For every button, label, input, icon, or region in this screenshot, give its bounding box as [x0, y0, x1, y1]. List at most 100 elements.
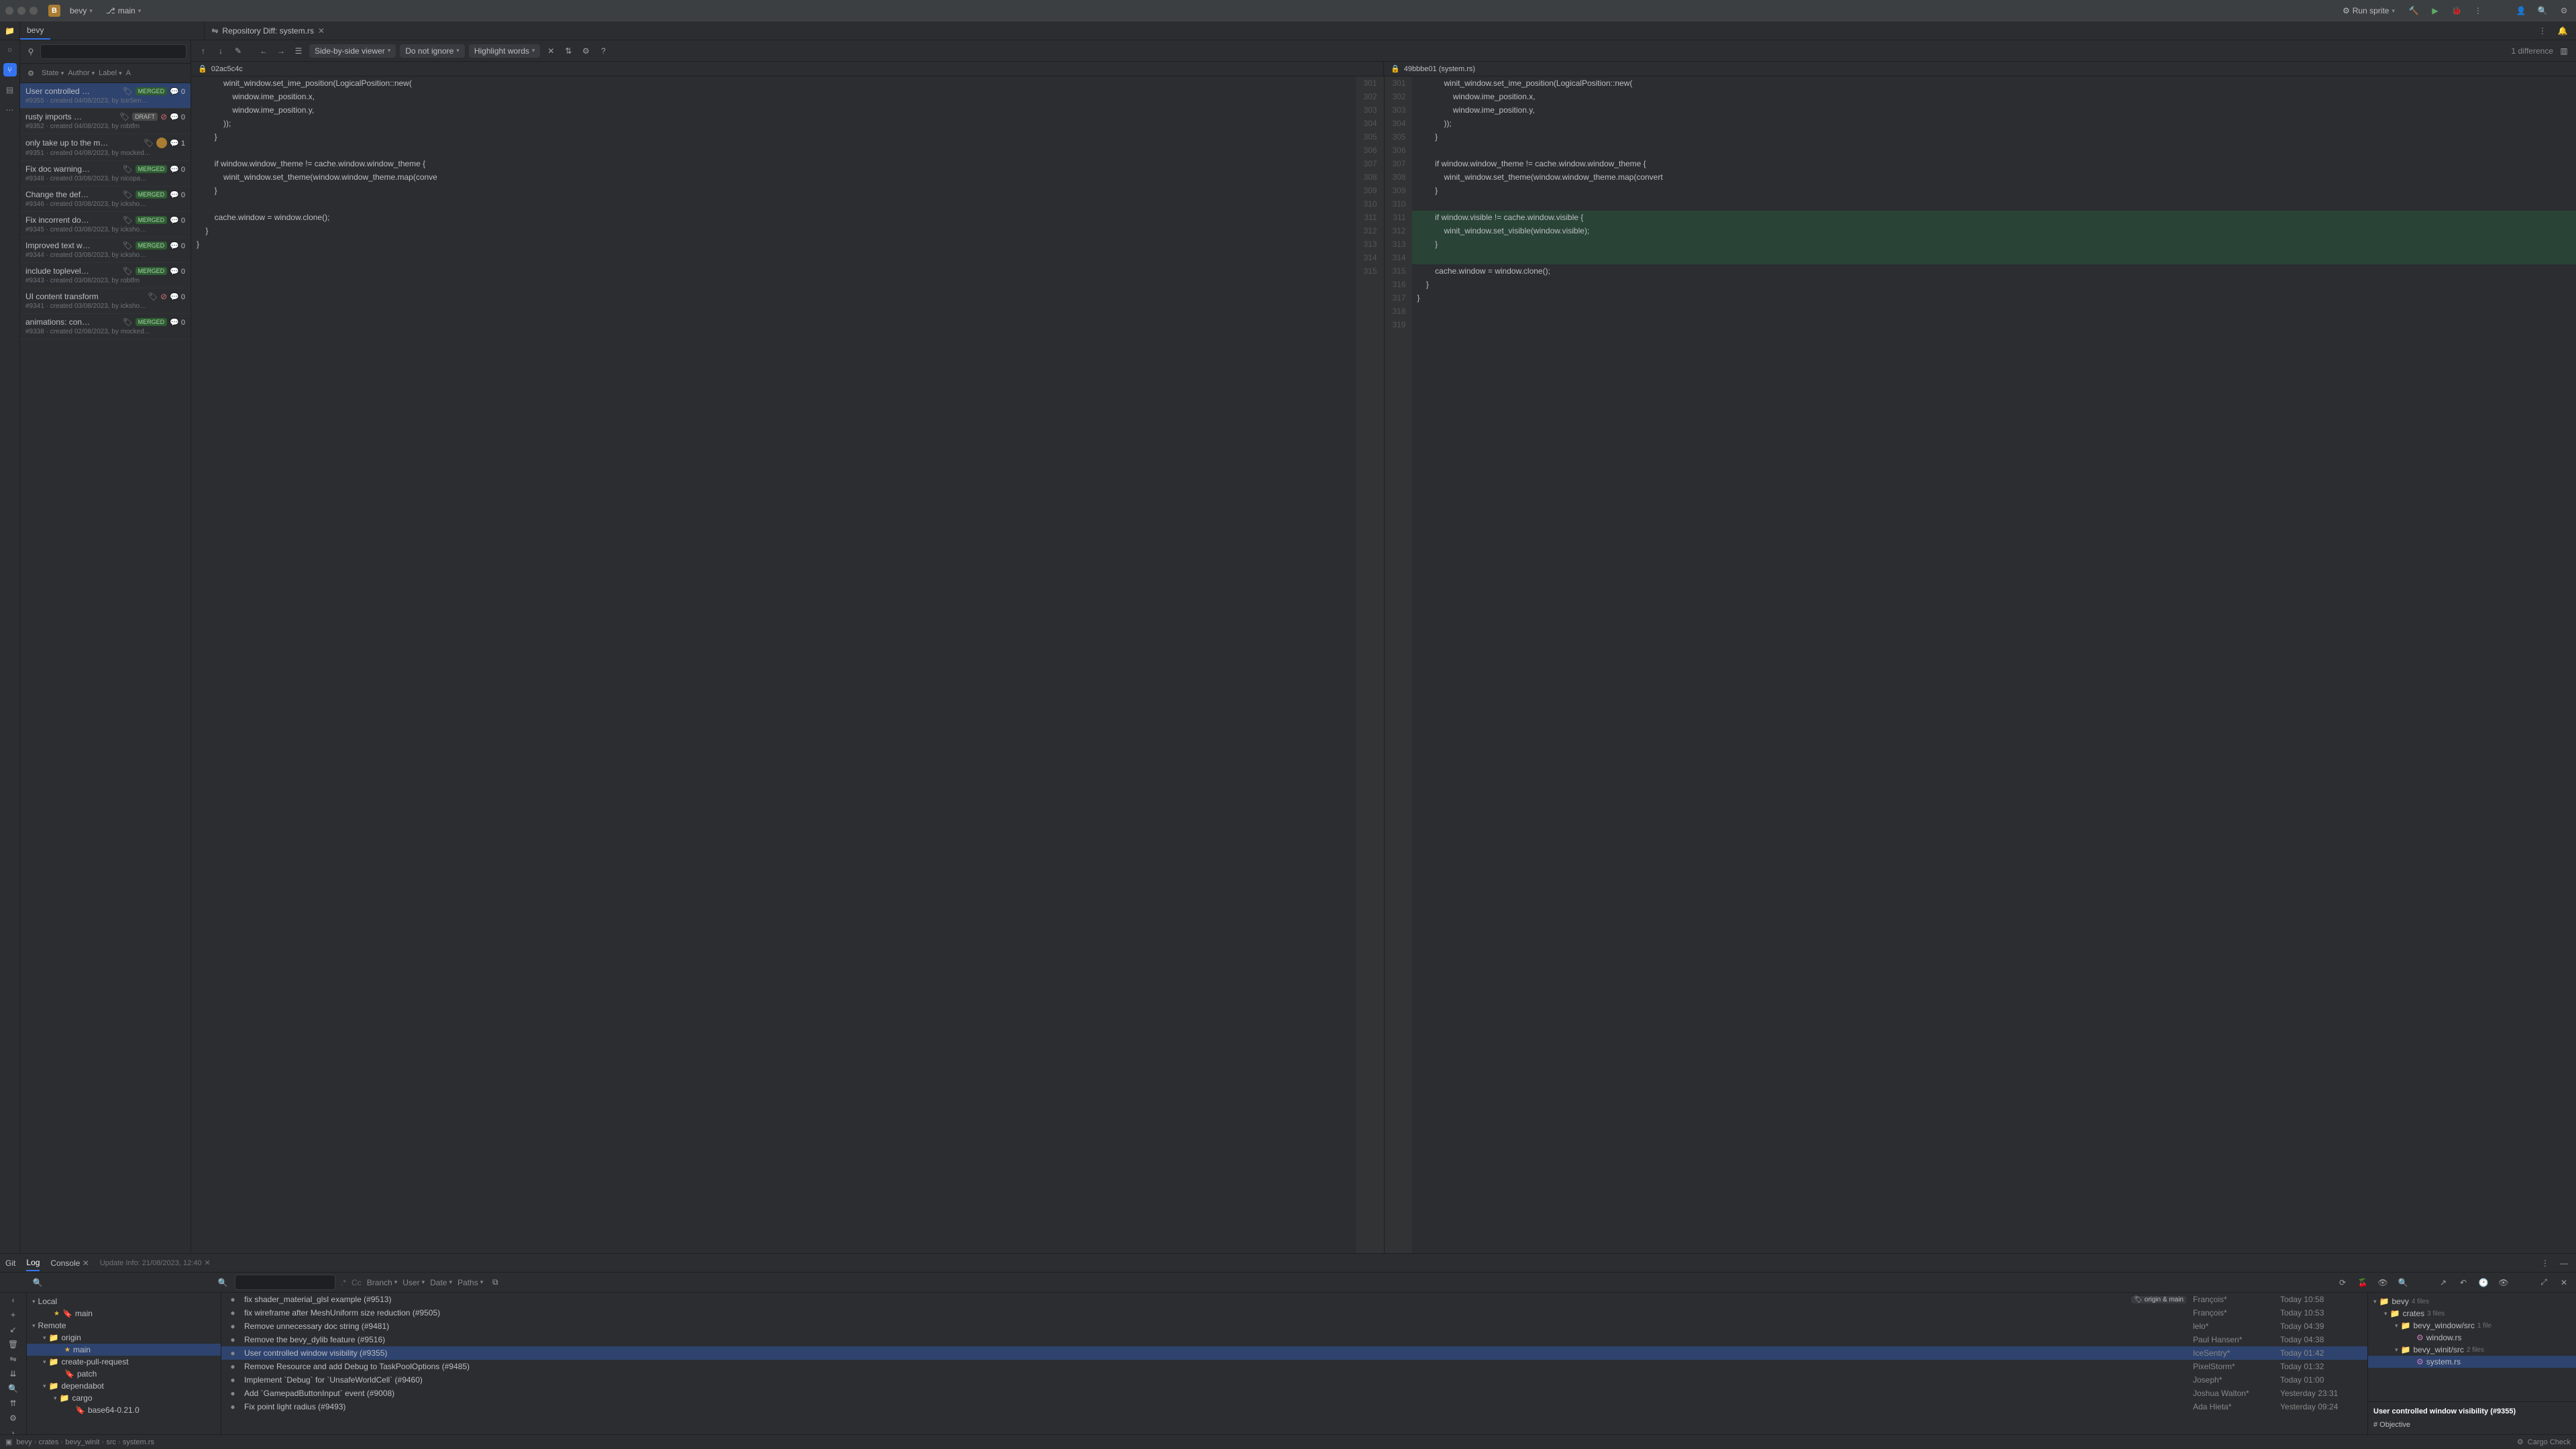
add-icon[interactable]: +	[7, 1310, 20, 1320]
pr-item[interactable]: rusty imports …🏷DRAFT⊘💬 0#9352 · created…	[20, 109, 191, 134]
expand-icon[interactable]: ⤢	[2537, 1276, 2551, 1289]
filter-icon[interactable]: ⚲	[24, 45, 38, 58]
expand-icon[interactable]: ▾	[43, 1334, 46, 1342]
help-icon[interactable]: ?	[596, 44, 610, 58]
search-icon[interactable]: 🔍	[7, 1384, 20, 1393]
expand-icon[interactable]: ▾	[32, 1322, 36, 1330]
commit-row[interactable]: ●User controlled window visibility (#935…	[221, 1346, 2367, 1360]
notifications-icon[interactable]: 🔔	[2556, 24, 2569, 38]
more-icon[interactable]: ⋯	[3, 103, 17, 117]
breadcrumb[interactable]: bevy › crates › bevy_winit › src › syste…	[16, 1438, 154, 1446]
code-line[interactable]: }	[191, 130, 1356, 144]
project-dropdown[interactable]: bevy ▾	[66, 5, 97, 17]
viewer-mode-dropdown[interactable]: Side-by-side viewer▾	[309, 44, 396, 58]
more-icon[interactable]: ⋮	[2536, 24, 2549, 38]
code-line[interactable]: window.ime_position.y,	[191, 103, 1356, 117]
debug-icon[interactable]: 🐞	[2450, 4, 2463, 17]
revert-icon[interactable]: ↶	[2457, 1276, 2470, 1289]
close-icon[interactable]: ✕	[318, 26, 325, 36]
branch-tree-node[interactable]: 🔖 base64-0.21.0	[27, 1404, 221, 1416]
run-config-dropdown[interactable]: ⚙ Run sprite ▾	[2339, 5, 2399, 17]
code-line[interactable]: }	[1412, 130, 2576, 144]
regex-toggle[interactable]: .*	[341, 1278, 346, 1287]
code-line[interactable]	[1412, 197, 2576, 211]
pr-item[interactable]: Fix incorrent do…🏷MERGED💬 0#9345 · creat…	[20, 212, 191, 237]
file-tree-node[interactable]: ▾ 📁 crates 3 files	[2368, 1307, 2576, 1320]
code-line[interactable]	[1412, 144, 2576, 157]
commit-row[interactable]: ●Remove the bevy_dylib feature (#9516)Pa…	[221, 1333, 2367, 1346]
pr-item[interactable]: Fix doc warning…🏷MERGED💬 0#9348 · create…	[20, 161, 191, 186]
refresh-icon[interactable]: ⟳	[2336, 1276, 2349, 1289]
cherry-pick-icon[interactable]: 🍒	[2356, 1276, 2369, 1289]
code-line[interactable]: winit_window.set_ime_position(LogicalPos…	[191, 76, 1356, 90]
expand-icon[interactable]: ▾	[43, 1358, 46, 1366]
code-line[interactable]: cache.window = window.clone();	[191, 211, 1356, 224]
prev-diff-icon[interactable]: ↑	[197, 44, 210, 58]
branch-tree-node[interactable]: 🔖 patch	[27, 1368, 221, 1380]
branch-tree-node[interactable]: ★ main	[27, 1344, 221, 1356]
gear-icon[interactable]: ⚙	[579, 44, 592, 58]
structure-tool-icon[interactable]: ▤	[3, 83, 17, 97]
paths-filter[interactable]: Paths▾	[458, 1278, 483, 1287]
open-new-tab-icon[interactable]: ⧉	[488, 1276, 502, 1289]
commit-tool-icon[interactable]: ○	[3, 43, 17, 56]
push-icon[interactable]: ⇈	[7, 1399, 20, 1408]
pr-item[interactable]: only take up to the m…🏷💬 1#9351 · create…	[20, 134, 191, 161]
delete-icon[interactable]: 🗑	[7, 1340, 20, 1349]
code-line[interactable]: window.ime_position.x,	[1412, 90, 2576, 103]
code-line[interactable]	[191, 144, 1356, 157]
pr-item[interactable]: include toplevel…🏷MERGED💬 0#9343 · creat…	[20, 263, 191, 288]
code-line[interactable]: winit_window.set_theme(window.window_the…	[191, 170, 1356, 184]
diff-left-pane[interactable]: winit_window.set_ime_position(LogicalPos…	[191, 76, 1356, 1253]
more-icon[interactable]: ⋮	[2538, 1256, 2552, 1270]
minimize-icon[interactable]: —	[2557, 1256, 2571, 1270]
console-tab[interactable]: Console ✕	[50, 1256, 89, 1271]
filter-author[interactable]: Author ▾	[68, 66, 95, 80]
pr-item[interactable]: animations: con…🏷MERGED💬 0#9338 · create…	[20, 314, 191, 339]
rust-icon[interactable]: ⚙	[7, 1413, 20, 1423]
window-controls[interactable]	[5, 7, 38, 15]
code-line[interactable]: winit_window.set_theme(window.window_the…	[1412, 170, 2576, 184]
close-icon[interactable]: ✕	[205, 1258, 211, 1267]
go-to-icon[interactable]: ↗	[2436, 1276, 2450, 1289]
eye-icon[interactable]: 👁	[2497, 1276, 2510, 1289]
file-tree-node[interactable]: ⚙ system.rs	[2368, 1356, 2576, 1368]
code-line[interactable]: }	[1412, 291, 2576, 305]
commit-row[interactable]: ●Implement `Debug` for `UnsafeWorldCell`…	[221, 1373, 2367, 1387]
expand-icon[interactable]: ▾	[32, 1298, 36, 1305]
branch-tree-node[interactable]: ▾ Remote	[27, 1320, 221, 1332]
commit-row[interactable]: ●fix shader_material_glsl example (#9513…	[221, 1293, 2367, 1306]
next-diff-icon[interactable]: ↓	[214, 44, 227, 58]
crumb[interactable]: bevy	[16, 1438, 32, 1446]
commit-row[interactable]: ●Fix point light radius (#9493)Ada Hieta…	[221, 1400, 2367, 1413]
branch-tree-node[interactable]: ▾ 📁 cargo	[27, 1392, 221, 1404]
collapse-icon[interactable]: ✕	[544, 44, 557, 58]
code-with-me-icon[interactable]: 👤	[2514, 4, 2528, 17]
expand-icon[interactable]: ▾	[43, 1383, 46, 1390]
branch-filter[interactable]: Branch▾	[367, 1278, 398, 1287]
branches-tree[interactable]: ▾ Local★ 🔖 main▾ Remote▾ 📁 origin★ main▾…	[27, 1293, 221, 1434]
crumb[interactable]: src	[106, 1438, 116, 1446]
branch-dropdown[interactable]: ⎇ main ▾	[102, 5, 145, 17]
forward-icon[interactable]: →	[274, 44, 288, 58]
commits-list[interactable]: ●fix shader_material_glsl example (#9513…	[221, 1293, 2368, 1434]
file-tree-node[interactable]: ⚙ window.rs	[2368, 1332, 2576, 1344]
changed-files-tree[interactable]: ▾ 📁 bevy 4 files▾ 📁 crates 3 files▾ 📁 be…	[2368, 1293, 2576, 1401]
search-icon[interactable]: 🔍	[2536, 4, 2549, 17]
expand-icon[interactable]: ▾	[54, 1395, 57, 1402]
log-tab[interactable]: Log	[26, 1255, 40, 1271]
more-icon[interactable]: ⋮	[2471, 4, 2485, 17]
filter-state[interactable]: State ▾	[42, 66, 64, 80]
editor-tab[interactable]: ⇋ Repository Diff: system.rs ✕	[205, 21, 331, 40]
code-line[interactable]: cache.window = window.clone();	[1412, 264, 2576, 278]
code-line[interactable]: }	[191, 237, 1356, 251]
code-line[interactable]	[191, 197, 1356, 211]
pr-item[interactable]: Improved text w…🏷MERGED💬 0#9344 · create…	[20, 237, 191, 263]
code-line[interactable]: }	[1412, 184, 2576, 197]
filter-label[interactable]: Label ▾	[99, 66, 121, 80]
code-line[interactable]: window.ime_position.x,	[191, 90, 1356, 103]
crumb[interactable]: crates	[38, 1438, 58, 1446]
git-tab[interactable]: Git	[5, 1256, 15, 1271]
find-icon[interactable]: 🔍	[2396, 1276, 2410, 1289]
code-line[interactable]: window.ime_position.y,	[1412, 103, 2576, 117]
